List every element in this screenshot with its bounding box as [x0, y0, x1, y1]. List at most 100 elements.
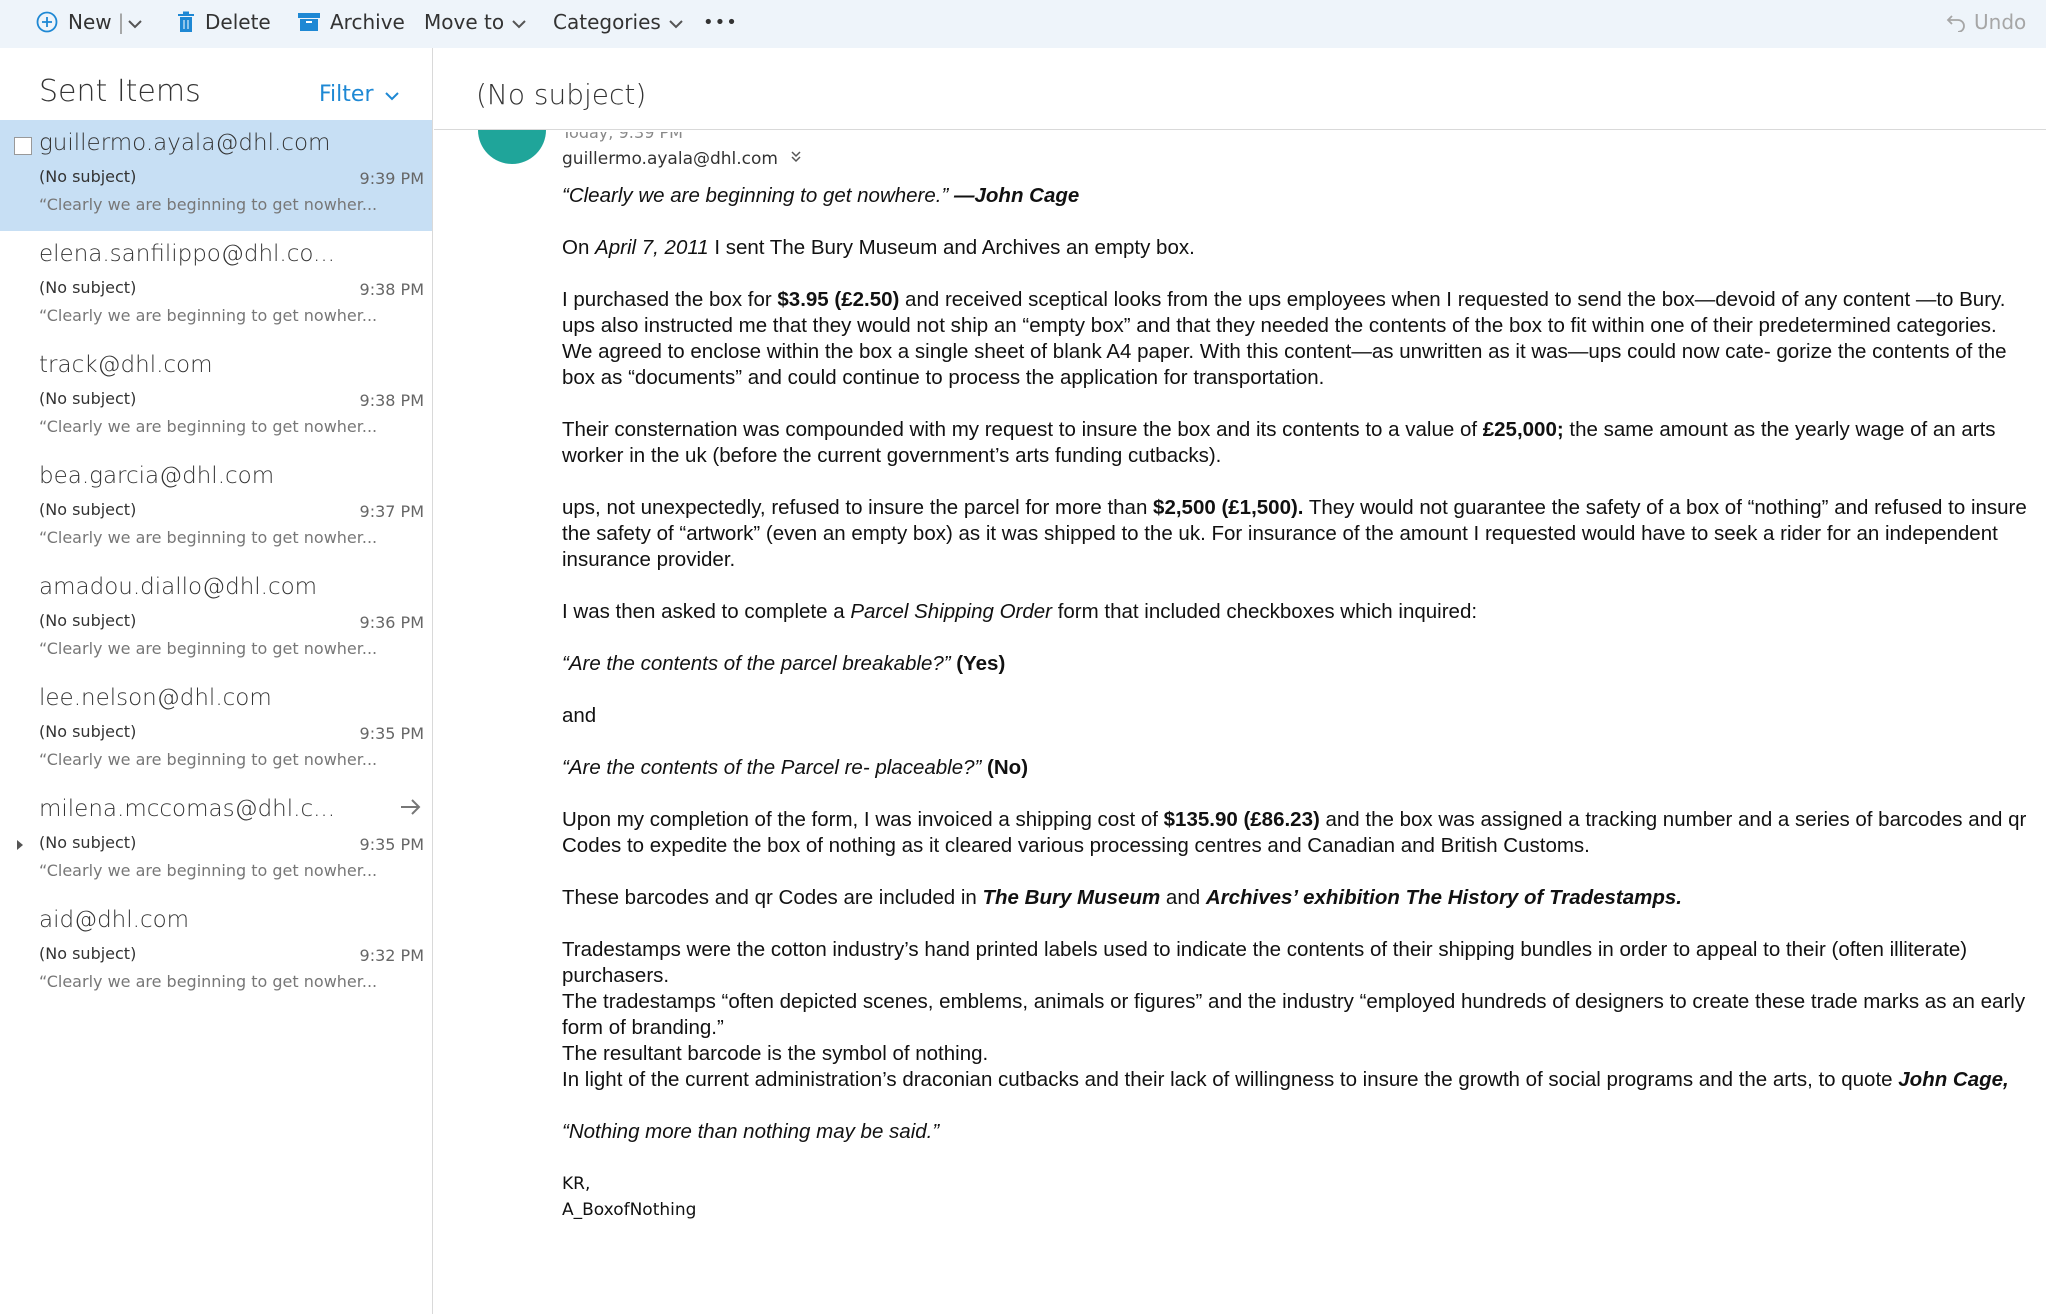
expand-thread-icon[interactable]	[16, 838, 24, 856]
plus-circle-icon	[36, 11, 58, 33]
new-label: New	[68, 10, 112, 34]
message-subject: (No subject)	[39, 722, 137, 741]
undo-label: Undo	[1974, 10, 2027, 34]
body-cost: $135.90 (£86.23)	[1163, 808, 1320, 831]
undo-button[interactable]: Undo	[1946, 0, 2026, 44]
chevron-down-icon[interactable]	[128, 10, 143, 34]
body-paragraph: “Are the contents of the Parcel re- plac…	[562, 755, 2032, 781]
header-divider	[434, 129, 2046, 130]
body-paragraph: and	[562, 704, 597, 727]
message-time: 9:32 PM	[359, 946, 424, 965]
message-list-item[interactable]: track@dhl.com (No subject) 9:38 PM “Clea…	[0, 342, 432, 453]
message-time: 9:39 PM	[359, 169, 424, 188]
body-text: Their consternation was compounded with …	[562, 418, 1483, 441]
body-paragraph: ups, not unexpectedly, refused to insure…	[562, 495, 2032, 573]
message-sender: milena.mccomas@dhl.c...	[39, 796, 336, 822]
categories-label: Categories	[553, 10, 661, 34]
body-value: £25,000;	[1482, 418, 1564, 441]
body-text: ups, not unexpectedly, refused to insure…	[562, 496, 1154, 519]
message-time: 9:37 PM	[359, 502, 424, 521]
sender-address[interactable]: guillermo.ayala@dhl.com	[562, 149, 778, 169]
message-preview: “Clearly we are beginning to get nowher.…	[39, 972, 378, 991]
quote-author: —John Cage	[954, 184, 1080, 207]
message-sender: amadou.diallo@dhl.com	[39, 574, 318, 600]
message-time: 9:38 PM	[359, 391, 424, 410]
body-paragraph: On April 7, 2011 I sent The Bury Museum …	[562, 235, 2032, 261]
message-date: Today, 9:39 PM	[562, 123, 683, 142]
body-exhibition: Archives’ exhibition The History of Trad…	[1205, 886, 1683, 909]
message-preview: “Clearly we are beginning to get nowher.…	[39, 306, 378, 325]
message-time: 9:35 PM	[359, 724, 424, 743]
body-text: On	[562, 236, 596, 259]
message-time: 9:38 PM	[359, 280, 424, 299]
body-paragraph: Tradestamps were the cotton industry’s h…	[562, 938, 1968, 987]
message-list-item[interactable]: aid@dhl.com (No subject) 9:32 PM “Clearl…	[0, 897, 432, 1008]
expand-recipients-icon[interactable]	[790, 149, 802, 169]
forwarded-arrow-icon	[400, 798, 422, 821]
folder-title: Sent Items	[39, 74, 201, 109]
body-form-name: Parcel Shipping Order	[850, 600, 1052, 623]
trash-icon	[177, 11, 195, 33]
body-paragraph: “Clearly we are beginning to get nowhere…	[562, 183, 2032, 209]
message-preview: “Clearly we are beginning to get nowher.…	[39, 417, 378, 436]
body-date: April 7, 2011	[595, 236, 709, 259]
body-text: Upon my completion of the form, I was in…	[562, 808, 1164, 831]
move-to-label: Move to	[424, 10, 505, 34]
chevron-down-icon	[385, 82, 400, 107]
message-body: “Clearly we are beginning to get nowhere…	[562, 183, 2032, 1223]
sender-line: guillermo.ayala@dhl.com	[562, 149, 802, 169]
move-to-button[interactable]: Move to	[424, 0, 526, 44]
body-value: $2,500 (£1,500).	[1153, 496, 1304, 519]
body-text: In light of the current administration’s…	[562, 1068, 1899, 1091]
body-paragraph: “Are the contents of the parcel breakabl…	[562, 651, 2032, 677]
chevron-down-icon	[512, 10, 526, 34]
message-list-item[interactable]: milena.mccomas@dhl.c... (No subject) 9:3…	[0, 786, 432, 897]
body-text: I purchased the box for	[562, 288, 778, 311]
message-subject: (No subject)	[39, 944, 137, 963]
message-list-pane: Sent Items Filter guillermo.ayala@dhl.co…	[0, 48, 433, 1314]
body-paragraph: I was then asked to complete a Parcel Sh…	[562, 599, 2032, 625]
chevron-down-icon	[669, 10, 683, 34]
message-preview: “Clearly we are beginning to get nowher.…	[39, 750, 378, 769]
message-sender: guillermo.ayala@dhl.com	[39, 130, 331, 156]
message-list-item[interactable]: lee.nelson@dhl.com (No subject) 9:35 PM …	[0, 675, 432, 786]
body-text: I was then asked to complete a	[562, 600, 851, 623]
message-subject: (No subject)	[39, 278, 137, 297]
question-text: “Are the contents of the parcel breakabl…	[562, 652, 951, 675]
message-list: guillermo.ayala@dhl.com (No subject) 9:3…	[0, 120, 432, 1008]
message-list-item[interactable]: bea.garcia@dhl.com (No subject) 9:37 PM …	[0, 453, 432, 564]
message-preview: “Clearly we are beginning to get nowher.…	[39, 528, 378, 547]
delete-button[interactable]: Delete	[177, 0, 271, 44]
message-sender: lee.nelson@dhl.com	[39, 685, 272, 711]
new-separator: |	[117, 10, 125, 34]
categories-button[interactable]: Categories	[553, 0, 683, 44]
select-checkbox[interactable]	[14, 137, 32, 155]
reading-pane: (No subject) Today, 9:39 PM guillermo.ay…	[434, 48, 2046, 1314]
message-time: 9:36 PM	[359, 613, 424, 632]
message-list-item[interactable]: amadou.diallo@dhl.com (No subject) 9:36 …	[0, 564, 432, 675]
message-sender: bea.garcia@dhl.com	[39, 463, 275, 489]
message-list-item[interactable]: guillermo.ayala@dhl.com (No subject) 9:3…	[0, 120, 432, 231]
signature-name: A_BoxofNothing	[562, 1200, 697, 1220]
body-paragraph: ups also instructed me that they would n…	[562, 314, 2007, 389]
body-text: form that included checkboxes which inqu…	[1052, 600, 1478, 623]
filter-button[interactable]: Filter	[319, 82, 400, 107]
filter-label: Filter	[319, 82, 374, 107]
more-actions-button[interactable]: •••	[703, 0, 738, 44]
message-list-item[interactable]: elena.sanfilippo@dhl.co... (No subject) …	[0, 231, 432, 342]
body-price: $3.95 (£2.50)	[777, 288, 900, 311]
question-answer: (Yes)	[950, 652, 1006, 675]
message-preview: “Clearly we are beginning to get nowher.…	[39, 639, 378, 658]
archive-button[interactable]: Archive	[298, 0, 405, 44]
body-paragraph: In light of the current administration’s…	[562, 1067, 2032, 1093]
body-paragraph: Their consternation was compounded with …	[562, 417, 2032, 469]
body-paragraph: Upon my completion of the form, I was in…	[562, 807, 2032, 859]
archive-label: Archive	[330, 10, 405, 34]
undo-icon	[1946, 12, 1966, 32]
new-button[interactable]: New |	[36, 0, 143, 44]
message-subject: (No subject)	[39, 611, 137, 630]
message-subject: (No subject)	[39, 167, 137, 186]
question-answer: (No)	[981, 756, 1029, 779]
body-text: These barcodes and qr Codes are included…	[562, 886, 983, 909]
message-sender: aid@dhl.com	[39, 907, 190, 933]
